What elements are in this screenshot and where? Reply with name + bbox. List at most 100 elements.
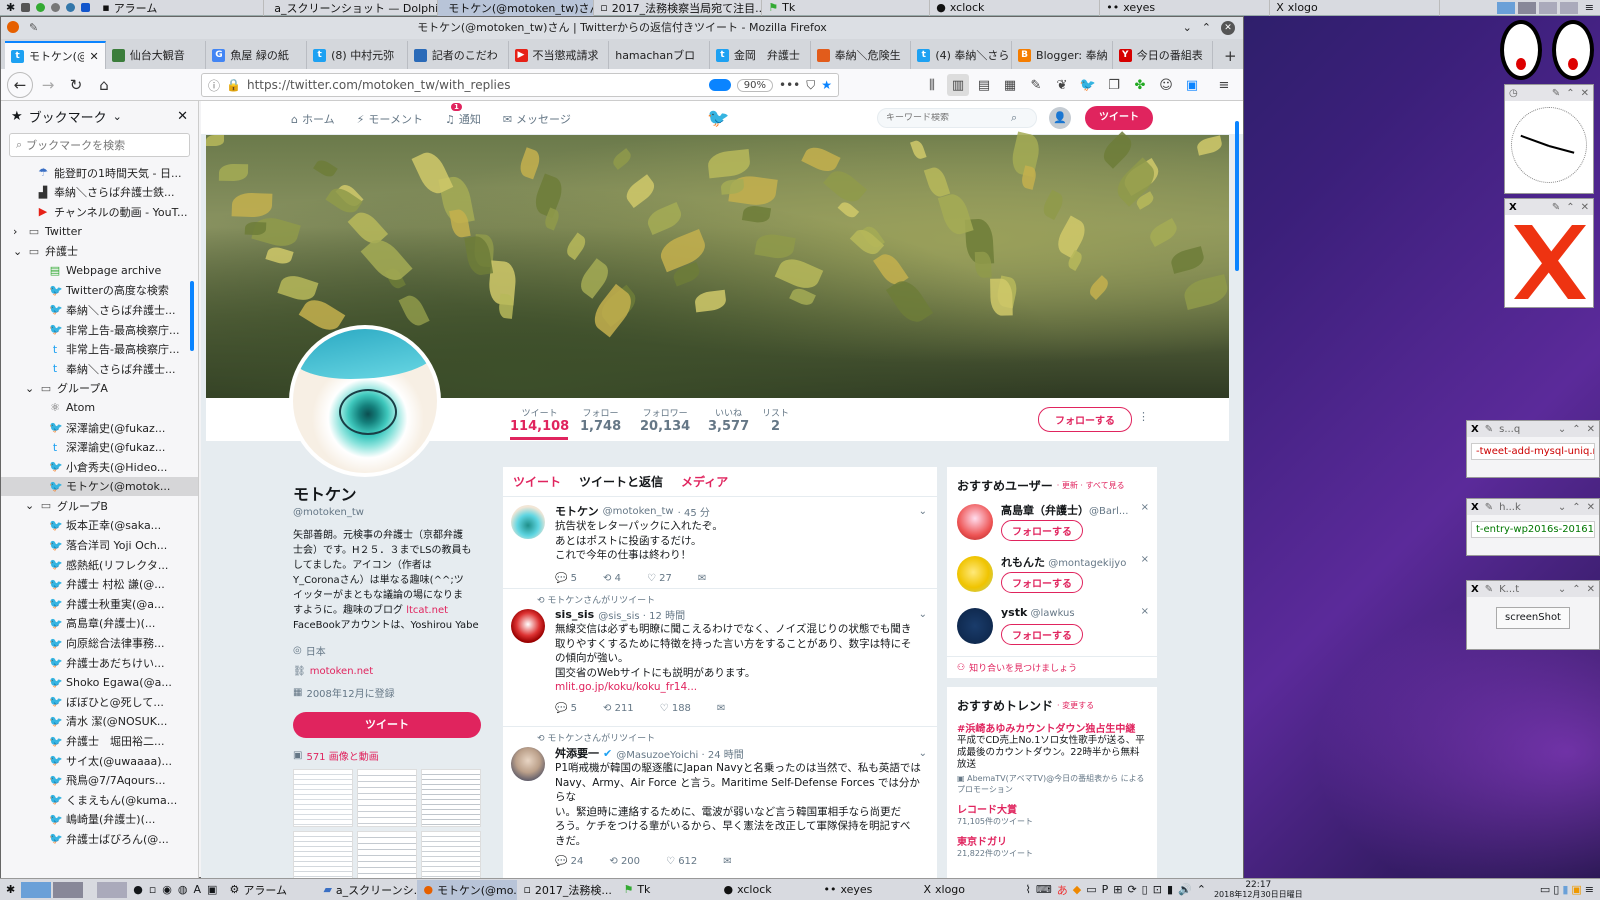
task-xeyes[interactable]: •• xeyes [817,880,917,900]
reply-action[interactable]: 💬 5 [555,703,577,714]
maximize-icon[interactable]: ⌃ [1202,17,1211,39]
top-task-xlogo[interactable]: Xxlogo [1270,0,1441,16]
media-thumbnail[interactable] [357,769,417,827]
screenshot-button[interactable]: screenShot [1496,607,1570,629]
xlogo-window[interactable]: X ✎ ⌃ ✕ [1504,198,1594,308]
pocket-icon[interactable]: ⛉ [806,78,815,93]
maximize-icon[interactable]: ⌃ [1572,502,1580,513]
home-button[interactable]: ⌂ [91,72,117,98]
twitter-ext-icon[interactable]: 🐦 [1077,74,1099,96]
bookmark-item[interactable]: 🐦 Shoko Egawa(@a... [1,672,198,692]
user-avatar-icon[interactable]: 👤 [1049,107,1071,129]
task-xclock[interactable]: ● xclock [717,880,817,900]
library-icon[interactable]: ⫼ [921,74,943,96]
reload-button[interactable]: ↻ [63,72,89,98]
retweet-action[interactable]: ⟲ 4 [603,573,621,584]
tweet-author-name[interactable]: sis_sis [555,608,594,621]
tab-6[interactable]: ▶ 不当懲戒請求 [509,41,610,69]
tray-expand-icon[interactable]: ⌃ [1197,883,1206,896]
bookmark-item[interactable]: 🐦 深澤諭史(@fukaz... [1,418,198,438]
stat-followers[interactable]: フォロワー 20,134 [640,406,690,434]
screenshot-ext-icon[interactable]: ▤ [973,74,995,96]
window-menu-icon[interactable]: ⌄ [1183,17,1192,39]
update-icon[interactable]: ⟳ [1127,883,1136,896]
xeyes-window[interactable] [1500,18,1600,82]
grid-ext-icon[interactable]: ▦ [999,74,1021,96]
evernote-ext-icon[interactable]: ❦ [1051,74,1073,96]
pin-icon[interactable]: ✎ [29,17,38,39]
page-actions-icon[interactable]: ••• [779,78,800,92]
more-options-icon[interactable]: ⋮ [1138,410,1149,423]
close-window-icon[interactable]: ✕ [1221,21,1235,35]
bookmark-item[interactable]: 🐦 弁護士ばびろん(@... [1,829,198,849]
sidebar-title[interactable]: ブックマーク [29,107,107,126]
app-icon-chrome[interactable]: ◉ [162,883,172,896]
tab-2[interactable]: 仙台大観音 [106,41,207,69]
maximize-icon[interactable]: ⌃ [1572,584,1580,595]
pager-desktop-3[interactable] [97,881,128,898]
bookmark-item[interactable]: 🐦 坂本正幸(@saka... [1,516,198,536]
tweet-time[interactable]: · 45 分 [678,504,710,519]
profile-follow-button[interactable]: フォローする [1038,407,1132,432]
nav-messages[interactable]: ✉ メッセージ [503,111,571,127]
menu-icon[interactable]: ≡ [1585,883,1594,896]
page-scrollbar[interactable] [1235,121,1239,271]
app-icon-globe[interactable] [66,3,76,12]
folder-toggle-icon[interactable]: ⌄ [25,382,35,395]
dismiss-icon[interactable]: × [1141,502,1149,513]
tweet-link[interactable]: mlit.go.jp/koku/koku_fr14... [555,680,927,695]
person-ext-icon[interactable]: ☺ [1155,74,1177,96]
bookmark-folder[interactable]: ⌄ ▭ グループA [1,379,198,399]
bookmark-item[interactable]: 🐦 弁護士 堀田裕二... [1,731,198,751]
terminal-widget-2[interactable]: X ✎ h...k ⌄ ⌃ ✕ t-entry-wp2016s-201610 [1466,498,1600,556]
reply-action[interactable]: 💬 24 [555,856,583,867]
tweet-item[interactable]: ⟲ モトケンさんがリツイート sis_sis @sis_sis · 12 時間 ⌄ … [503,589,937,727]
wtf-avatar[interactable] [957,504,993,540]
top-task-firefox[interactable]: モトケン(@motoken_tw)さん ... [438,0,595,16]
top-task-xclock[interactable]: ● xclock [930,0,1101,16]
show-desktop-icon[interactable]: ▭ [1540,883,1550,896]
nav-home[interactable]: ⌂ ホーム [291,111,335,127]
nav-notifications[interactable]: ♫ 1 通知 [445,103,481,127]
p-icon[interactable]: P [1102,883,1109,896]
window-ext-icon[interactable]: ▣ [1181,74,1203,96]
app-icon-green[interactable] [36,3,46,12]
wtf-follow-button[interactable]: フォローする [1001,572,1083,593]
close-icon[interactable]: ✕ [1587,584,1595,595]
toggle-icon[interactable] [708,79,731,91]
pager-desktop-2[interactable] [1517,1,1536,14]
app-icon-orange[interactable]: ◆ [1073,883,1081,896]
twitter-bird-icon[interactable]: 🐦 [707,108,729,129]
tweet-item[interactable]: モトケン @motoken_tw · 45 分 ⌄ 抗告状をレターパックに入れたぞ。あ… [503,497,937,589]
lock-icon[interactable]: ⊡ [1153,883,1162,896]
tweet-author-handle[interactable]: @sis_sis · 12 時間 [598,607,685,622]
task-firefox[interactable]: ● モトケン(@mo... [417,879,518,900]
task-dolphin[interactable]: ▰ a_スクリーンシ... [317,880,417,900]
app-icon-text[interactable]: A [194,883,202,896]
app-icon-window[interactable] [81,3,91,12]
kde-menu-icon[interactable]: ✱ [6,1,15,14]
xlogo-titlebar[interactable]: X ✎ ⌃ ✕ [1505,199,1593,215]
close-icon[interactable]: ✕ [1587,424,1595,435]
clipboard-ext-icon[interactable]: ❐ [1103,74,1125,96]
profile-handle[interactable]: @motoken_tw [293,507,489,518]
tweet-author-name[interactable]: 舛添要一 [555,745,599,761]
new-tab-button[interactable]: + [1217,43,1243,69]
bookmark-search-input[interactable] [26,138,177,152]
tweet-author-name[interactable]: モトケン [555,503,599,519]
bookmark-item[interactable]: t 深澤諭史(@fukaz... [1,437,198,457]
bookmark-item[interactable]: 🐦 非常上告-最高検察庁... [1,320,198,340]
reply-action[interactable]: 💬 5 [555,573,577,584]
media-gallery-link[interactable]: ▣ 571 画像と動画 [293,748,489,763]
widget-titlebar[interactable]: X ✎ h...k ⌄ ⌃ ✕ [1467,499,1599,515]
tab-3[interactable]: G 魚屋 緑の紙 [206,41,308,69]
bookmark-item[interactable]: 🐦 嶋崎量(弁護士)(... [1,810,198,830]
folder-toggle-icon[interactable]: ⌄ [25,499,35,512]
tab-7[interactable]: hamachanブロ [609,41,710,69]
tab-12[interactable]: Y 今日の番組表 [1113,41,1214,69]
sidebar-toggle-icon[interactable]: ▥ [947,74,969,96]
url-bar[interactable]: ⓘ 🔒 https://twitter.com/motoken_tw/with_… [201,73,839,97]
top-task-tk[interactable]: ⚑ Tk [762,0,931,16]
trend-item[interactable]: #浜崎あゆみカウントダウン独占生中継 平成でCD売上No.1ソロ女性歌手が送る、… [947,720,1157,795]
twitter-search[interactable]: ⌕ [877,108,1037,128]
